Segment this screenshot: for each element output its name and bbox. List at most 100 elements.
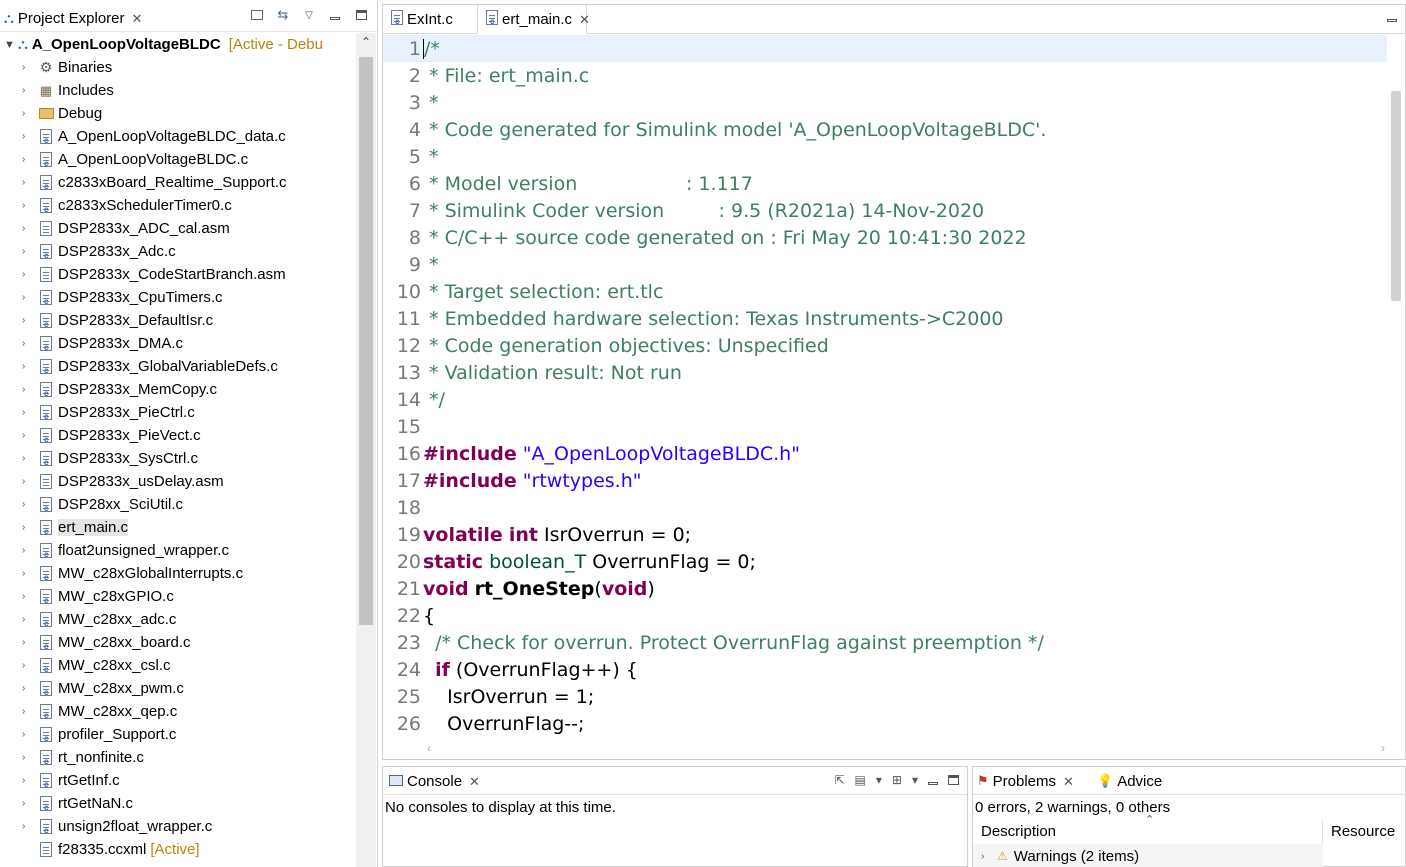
dropdown-icon[interactable]: ▾ — [912, 773, 918, 787]
expand-arrow-icon[interactable]: › — [22, 821, 38, 832]
code-line[interactable]: 12 * Code generation objectives: Unspeci… — [383, 332, 1387, 359]
tree-item[interactable]: › c DSP2833x_GlobalVariableDefs.c — [0, 355, 356, 378]
code-line[interactable]: 18 — [383, 494, 1387, 521]
expand-arrow-icon[interactable]: › — [22, 246, 38, 257]
close-icon[interactable]: ✕ — [469, 775, 480, 788]
tree-item[interactable]: › DSP2833x_CodeStartBranch.asm — [0, 263, 356, 286]
expand-arrow-icon[interactable]: › — [22, 568, 38, 579]
code-line[interactable]: 9 * — [383, 251, 1387, 278]
tree-item[interactable]: › Debug — [0, 102, 356, 125]
editor-vertical-scrollbar[interactable] — [1387, 35, 1405, 739]
code-line[interactable]: 23 /* Check for overrun. Protect Overrun… — [383, 629, 1387, 656]
scroll-right-icon[interactable]: › — [1381, 741, 1385, 755]
expand-arrow-icon[interactable]: › — [981, 851, 997, 862]
tree-item[interactable]: › c DSP28xx_SciUtil.c — [0, 493, 356, 516]
tree-item[interactable]: › c ert_main.c — [0, 516, 356, 539]
maximize-icon[interactable] — [353, 7, 369, 23]
expand-arrow-icon[interactable]: › — [22, 108, 38, 119]
close-icon[interactable]: ✕ — [1063, 775, 1074, 788]
expand-arrow-icon[interactable]: › — [22, 729, 38, 740]
tree-item[interactable]: › c DSP2833x_Adc.c — [0, 240, 356, 263]
tree-item[interactable]: › c rtGetInf.c — [0, 769, 356, 792]
expand-arrow-icon[interactable]: › — [22, 683, 38, 694]
expand-arrow-icon[interactable]: › — [22, 177, 38, 188]
pin-console-icon[interactable]: ⇱ — [834, 773, 844, 787]
tree-item[interactable]: › c rtGetNaN.c — [0, 792, 356, 815]
project-root[interactable]: ▼ ⛬ A_OpenLoopVoltageBLDC [Active - Debu — [0, 33, 356, 56]
code-line[interactable]: 19 volatile int IsrOverrun = 0; — [383, 521, 1387, 548]
tree-item[interactable]: › c c2833xBoard_Realtime_Support.c — [0, 171, 356, 194]
tree-item[interactable]: f28335.ccxml [Active] — [0, 838, 356, 861]
tab-problems[interactable]: ⚑ Problems ✕ — [973, 767, 1078, 795]
open-console-icon[interactable]: ⊞ — [892, 773, 902, 787]
expand-arrow-icon[interactable]: › — [22, 200, 38, 211]
code-line[interactable]: 13 * Validation result: Not run — [383, 359, 1387, 386]
tree-item[interactable]: › c MW_c28xx_adc.c — [0, 608, 356, 631]
expand-arrow-icon[interactable]: › — [22, 453, 38, 464]
scroll-up-icon[interactable]: ⌃ — [361, 35, 371, 49]
code-line[interactable]: 26 OverrunFlag--; — [383, 710, 1387, 737]
table-row[interactable]: › ⚠ Warnings (2 items) — [973, 844, 1323, 867]
code-line[interactable]: 1/* — [383, 35, 1387, 62]
tree-item[interactable]: › c DSP2833x_MemCopy.c — [0, 378, 356, 401]
code-line[interactable]: 3 * — [383, 89, 1387, 116]
tab-advice[interactable]: 💡 Advice — [1093, 767, 1166, 795]
code-line[interactable]: 20 static boolean_T OverrunFlag = 0; — [383, 548, 1387, 575]
code-line[interactable]: 5 * — [383, 143, 1387, 170]
code-line[interactable]: 7 * Simulink Coder version : 9.5 (R2021a… — [383, 197, 1387, 224]
column-resource[interactable]: Resource — [1323, 823, 1395, 840]
expand-arrow-icon[interactable]: › — [22, 292, 38, 303]
expand-arrow-icon[interactable]: › — [22, 223, 38, 234]
expand-arrow-icon[interactable]: › — [22, 315, 38, 326]
expand-arrow-icon[interactable]: › — [22, 775, 38, 786]
code-line[interactable]: 21 void rt_OneStep(void) — [383, 575, 1387, 602]
tree-item[interactable]: › c DSP2833x_PieCtrl.c — [0, 401, 356, 424]
code-line[interactable]: 4 * Code generated for Simulink model 'A… — [383, 116, 1387, 143]
expand-arrow-icon[interactable]: › — [22, 545, 38, 556]
code-line[interactable]: 14 */ — [383, 386, 1387, 413]
tree-item[interactable]: › c DSP2833x_PieVect.c — [0, 424, 356, 447]
code-line[interactable]: 2 * File: ert_main.c — [383, 62, 1387, 89]
tab-ert-main-c[interactable]: c ert_main.c ✕ — [477, 5, 590, 34]
expand-arrow-icon[interactable]: › — [22, 591, 38, 602]
tab-exint-c[interactable]: c ExInt.c — [383, 5, 477, 34]
expand-arrow-icon[interactable]: › — [22, 269, 38, 280]
view-menu-icon[interactable]: ▽ — [301, 7, 317, 23]
tree-item[interactable]: › ⚙ Binaries — [0, 56, 356, 79]
tree-item[interactable]: › c MW_c28xx_qep.c — [0, 700, 356, 723]
explorer-scrollbar[interactable]: ⌃ — [356, 33, 376, 867]
code-line[interactable]: 10 * Target selection: ert.tlc — [383, 278, 1387, 305]
minimize-icon[interactable] — [1387, 19, 1397, 22]
tree-item[interactable]: › c MW_c28xGlobalInterrupts.c — [0, 562, 356, 585]
code-line[interactable]: 17 #include "rtwtypes.h" — [383, 467, 1387, 494]
minimize-icon[interactable] — [327, 7, 343, 23]
tree-item[interactable]: › c MW_c28xx_csl.c — [0, 654, 356, 677]
expand-arrow-icon[interactable]: › — [22, 338, 38, 349]
expand-arrow-icon[interactable]: › — [22, 752, 38, 763]
close-icon[interactable]: ✕ — [579, 13, 590, 26]
tab-console[interactable]: Console ✕ — [383, 767, 486, 795]
maximize-icon[interactable] — [948, 775, 959, 785]
editor-horizontal-scrollbar[interactable]: ‹ › — [423, 739, 1389, 759]
tree-item[interactable]: › c c2833xSchedulerTimer0.c — [0, 194, 356, 217]
code-line[interactable]: 15 — [383, 413, 1387, 440]
code-line[interactable]: 11 * Embedded hardware selection: Texas … — [383, 305, 1387, 332]
tree-item[interactable]: › c MW_c28xx_pwm.c — [0, 677, 356, 700]
code-line[interactable]: 6 * Model version : 1.117 — [383, 170, 1387, 197]
code-area[interactable]: 1/* 2 * File: ert_main.c 3 * 4 * Code gener… — [383, 35, 1387, 739]
expand-arrow-icon[interactable]: › — [22, 430, 38, 441]
expand-arrow-icon[interactable]: › — [22, 361, 38, 372]
code-line[interactable]: 8 * C/C++ source code generated on : Fri… — [383, 224, 1387, 251]
code-line[interactable]: 25 IsrOverrun = 1; — [383, 683, 1387, 710]
code-line[interactable]: 24 if (OverrunFlag++) { — [383, 656, 1387, 683]
tree-item[interactable]: › DSP2833x_usDelay.asm — [0, 470, 356, 493]
expand-arrow-icon[interactable]: › — [22, 131, 38, 142]
expand-arrow-icon[interactable]: › — [22, 407, 38, 418]
expand-arrow-icon[interactable]: › — [22, 637, 38, 648]
expand-arrow-icon[interactable]: › — [22, 384, 38, 395]
tree-item[interactable]: › c DSP2833x_DefaultIsr.c — [0, 309, 356, 332]
minimize-icon[interactable] — [928, 781, 938, 785]
expand-arrow-icon[interactable]: › — [22, 798, 38, 809]
expand-arrow-icon[interactable]: ▼ — [4, 39, 18, 51]
tree-item[interactable]: › ▦ Includes — [0, 79, 356, 102]
